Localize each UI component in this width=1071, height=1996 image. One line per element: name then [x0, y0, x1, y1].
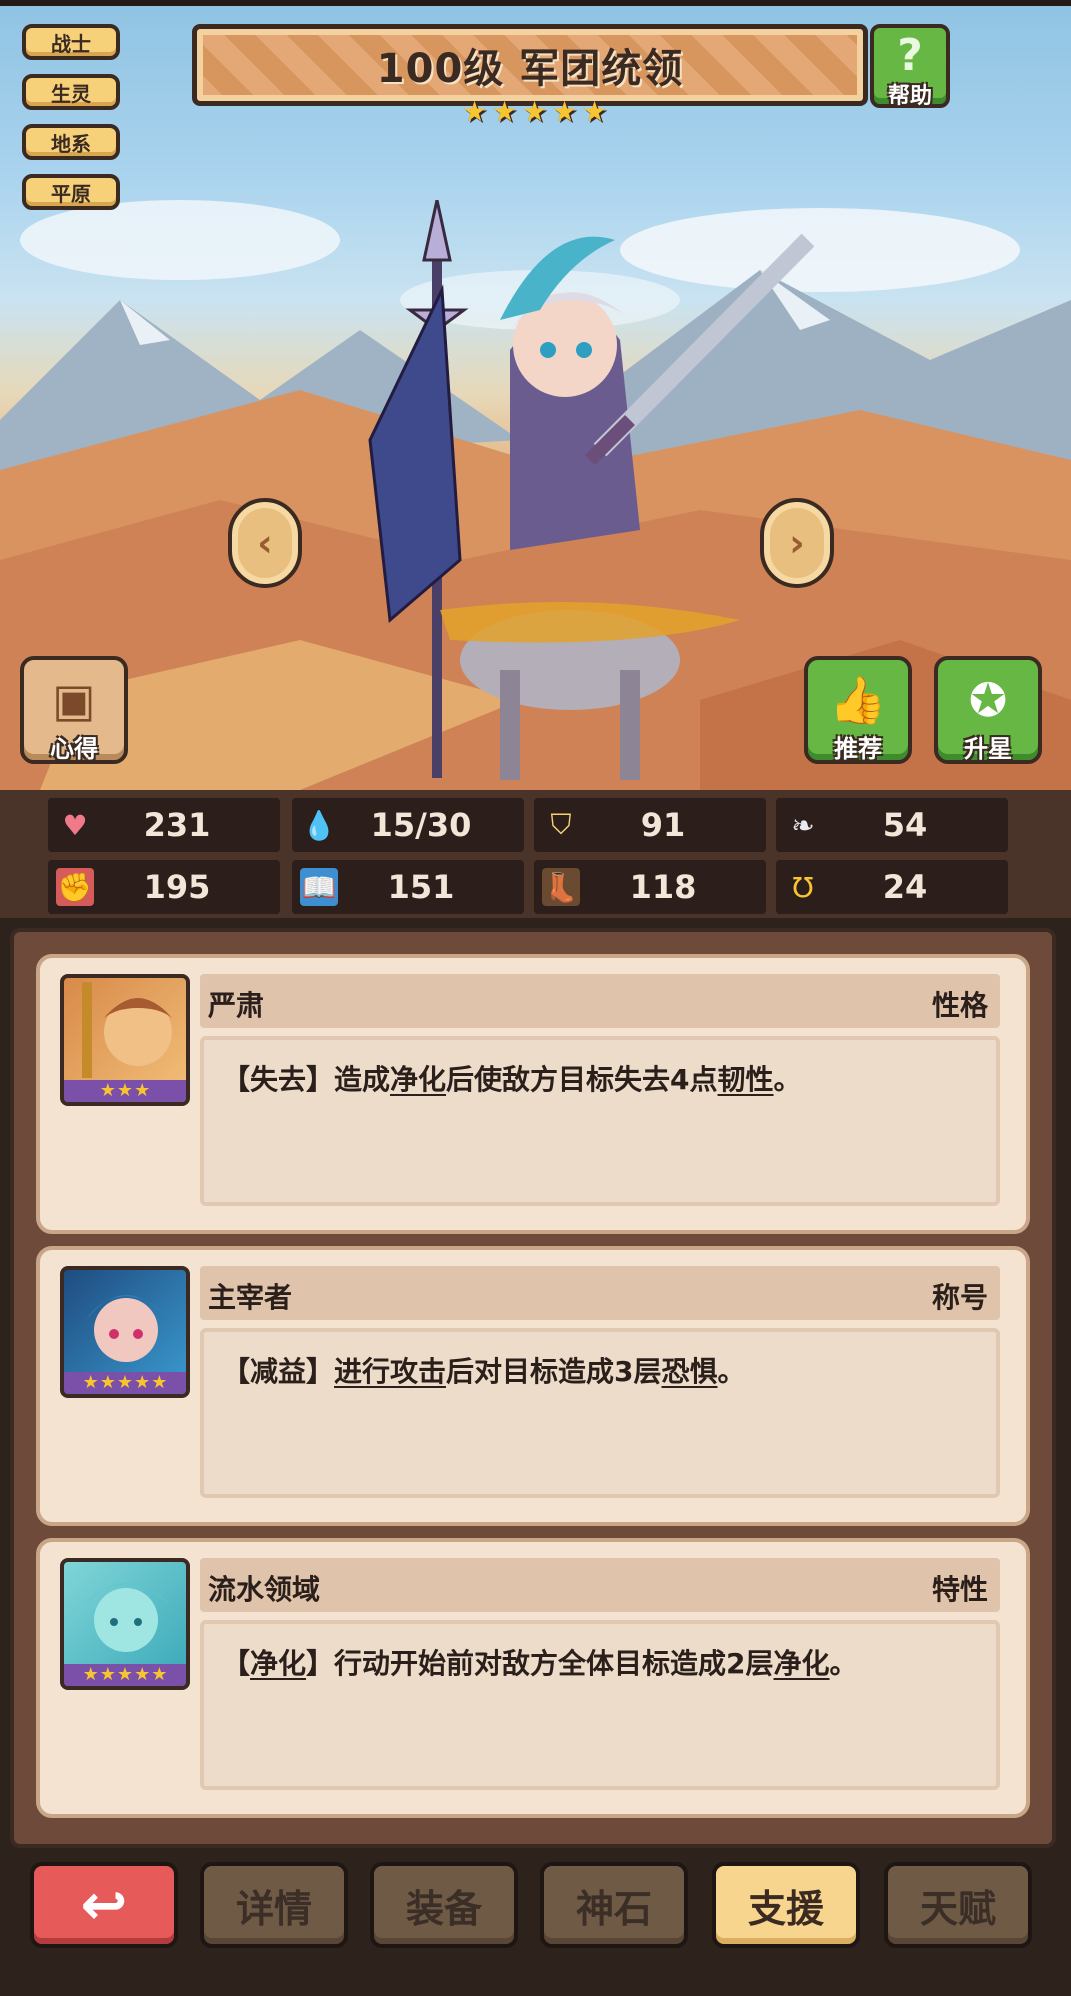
keyword-link[interactable]: 韧性 [718, 1063, 774, 1096]
support-card-personality[interactable]: ★ ★ ★ 严肃 性格 【失去】造成净化后使敌方目标失去4点韧性。 [36, 954, 1030, 1234]
star-icon: ★ [492, 95, 518, 128]
card-header: 主宰者 称号 [200, 1266, 1000, 1320]
stat-mana-value: 15/30 [370, 806, 472, 844]
support-portrait: ★ ★ ★ [60, 974, 190, 1106]
keyword-link[interactable]: 恐惧 [662, 1355, 718, 1388]
tag-race[interactable]: 生灵 [22, 74, 120, 110]
card-description-box: 【净化】行动开始前对敌方全体目标造成2层净化。 [200, 1620, 1000, 1790]
support-panel: ★ ★ ★ 严肃 性格 【失去】造成净化后使敌方目标失去4点韧性。 ★ ★ ★ ★ ★ 主宰… [10, 928, 1056, 1848]
stat-defense-value: 91 [640, 806, 686, 844]
support-card-trait[interactable]: ★ ★ ★ ★ ★ 流水领域 特性 【净化】行动开始前对敌方全体目标造成2层净化。 [36, 1538, 1030, 1818]
support-portrait: ★ ★ ★ ★ ★ [60, 1266, 190, 1398]
wing-icon: ❧ [791, 808, 815, 842]
stat-speed: ❧ 54 [776, 798, 1008, 852]
star-icon: ★ [552, 95, 578, 128]
card-name: 流水领域 [208, 1573, 321, 1606]
hero-title: 100级 军团统领 [376, 46, 684, 92]
stats-panel: ♥ 231 💧 15/30 ⛉ 91 ❧ 54 ✊ 195 📖 151 👢 11… [0, 790, 1071, 918]
card-header: 流水领域 特性 [200, 1558, 1000, 1612]
star-band: ★ ★ ★ ★ ★ [64, 1664, 186, 1686]
fist-icon: ✊ [56, 868, 94, 906]
card-type: 特性 [931, 1573, 988, 1606]
notes-label: 心得 [50, 735, 98, 763]
card-description: 【减益】进行攻击后对目标造成3层恐惧。 [222, 1355, 746, 1388]
support-card-title[interactable]: ★ ★ ★ ★ ★ 主宰者 称号 【减益】进行攻击后对目标造成3层恐惧。 [36, 1246, 1030, 1526]
star-band: ★ ★ ★ [64, 1080, 186, 1102]
return-arrow-icon: ↩ [80, 1872, 128, 1938]
keyword-link[interactable]: 净化 [250, 1647, 306, 1680]
stat-magic-value: 151 [387, 868, 455, 906]
stat-speed-value: 54 [882, 806, 928, 844]
keyword-link[interactable]: 净化 [390, 1063, 446, 1096]
tab-support[interactable]: 支援 [712, 1862, 860, 1948]
stat-movement: 👢 118 [534, 860, 766, 914]
card-type: 称号 [931, 1281, 988, 1314]
tag-class[interactable]: 战士 [22, 24, 120, 60]
water-drop-icon: 💧 [301, 808, 337, 842]
book-icon: 📖 [300, 868, 338, 906]
star-icon: ✪ [968, 673, 1008, 727]
keyword-link[interactable]: 净化 [774, 1647, 830, 1680]
star-up-button[interactable]: ✪ 升星 [934, 656, 1042, 764]
portrait-art [84, 1583, 170, 1652]
heart-icon: ♥ [62, 808, 88, 842]
star-band: ★ ★ ★ ★ ★ [64, 1372, 186, 1394]
shield-icon: ⛉ [550, 808, 572, 841]
tag-element[interactable]: 地系 [22, 124, 120, 160]
card-description-box: 【减益】进行攻击后对目标造成3层恐惧。 [200, 1328, 1000, 1498]
tab-talent[interactable]: 天赋 [884, 1862, 1032, 1948]
portrait-art [82, 982, 172, 1078]
support-portrait: ★ ★ ★ ★ ★ [60, 1558, 190, 1690]
card-name: 严肃 [208, 989, 265, 1022]
notes-button[interactable]: ▣ 心得 [20, 656, 128, 764]
card-description: 【失去】造成净化后使敌方目标失去4点韧性。 [222, 1063, 802, 1096]
keyword-link[interactable]: 进行攻击 [334, 1355, 446, 1388]
stat-movement-value: 118 [629, 868, 697, 906]
help-label: 帮助 [887, 84, 932, 109]
card-header: 严肃 性格 [200, 974, 1000, 1028]
stat-mana: 💧 15/30 [292, 798, 524, 852]
stat-hp: ♥ 231 [48, 798, 280, 852]
back-button[interactable]: ↩ [30, 1862, 178, 1948]
title-banner: 100级 军团统领 [192, 24, 868, 106]
top-border [0, 0, 1071, 6]
star-up-label: 升星 [964, 735, 1012, 763]
stat-defense: ⛉ 91 [534, 798, 766, 852]
portrait-art [86, 1295, 168, 1362]
recommend-button[interactable]: 👍 推荐 [804, 656, 912, 764]
card-name: 主宰者 [208, 1281, 293, 1314]
tab-godstone[interactable]: 神石 [540, 1862, 688, 1948]
question-icon: ? [897, 30, 923, 81]
stat-luck: Ʊ 24 [776, 860, 1008, 914]
hero-scene: 战士 生灵 地系 平原 100级 军团统领 ★ ★ ★ ★ ★ ? 帮助 ‹ › [0, 0, 1071, 790]
boot-icon: 👢 [542, 868, 580, 906]
card-type: 性格 [931, 989, 988, 1022]
hero-sprite [368, 200, 815, 780]
star-icon: ★ [462, 95, 488, 128]
stat-magic: 📖 151 [292, 860, 524, 914]
stat-attack-value: 195 [143, 868, 211, 906]
star-rating: ★ ★ ★ ★ ★ [462, 98, 610, 126]
horseshoe-icon: Ʊ [792, 870, 814, 904]
thumbs-up-icon: 👍 [829, 673, 887, 727]
tab-equipment[interactable]: 装备 [370, 1862, 518, 1948]
notebook-icon: ▣ [52, 673, 96, 727]
prev-hero-button[interactable]: ‹ [228, 498, 302, 588]
stat-luck-value: 24 [882, 868, 928, 906]
stat-attack: ✊ 195 [48, 860, 280, 914]
star-icon: ★ [582, 95, 608, 128]
recommend-label: 推荐 [834, 735, 882, 763]
card-description: 【净化】行动开始前对敌方全体目标造成2层净化。 [222, 1647, 858, 1680]
tab-details[interactable]: 详情 [200, 1862, 348, 1948]
help-button[interactable]: ? 帮助 [870, 24, 950, 109]
stat-hp-value: 231 [143, 806, 211, 844]
star-icon: ★ [522, 95, 548, 128]
card-description-box: 【失去】造成净化后使敌方目标失去4点韧性。 [200, 1036, 1000, 1206]
tag-terrain[interactable]: 平原 [22, 174, 120, 210]
